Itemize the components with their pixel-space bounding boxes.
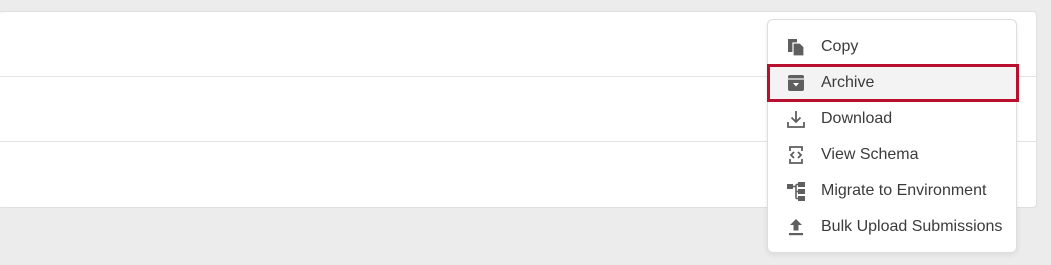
menu-item-label: Archive <box>821 74 875 91</box>
menu-item-label: Bulk Upload Submissions <box>821 218 1003 235</box>
menu-item-archive[interactable]: Archive <box>767 64 1019 102</box>
download-icon <box>786 109 806 129</box>
copy-icon <box>786 37 806 57</box>
menu-item-migrate[interactable]: Migrate to Environment <box>768 173 1016 209</box>
menu-item-label: View Schema <box>821 146 919 163</box>
menu-item-bulk-upload[interactable]: Bulk Upload Submissions <box>768 209 1016 245</box>
code-icon <box>786 145 806 165</box>
menu-item-label: Migrate to Environment <box>821 182 987 199</box>
menu-item-label: Copy <box>821 38 859 55</box>
menu-item-view-schema[interactable]: View Schema <box>768 137 1016 173</box>
menu-item-download[interactable]: Download <box>768 101 1016 137</box>
context-menu: Copy Archive Download View Schema Migrat… <box>767 19 1019 253</box>
migrate-icon <box>786 181 806 201</box>
archive-icon <box>786 73 806 93</box>
menu-item-label: Download <box>821 110 893 127</box>
menu-item-copy[interactable]: Copy <box>768 29 1016 65</box>
upload-icon <box>786 217 806 237</box>
